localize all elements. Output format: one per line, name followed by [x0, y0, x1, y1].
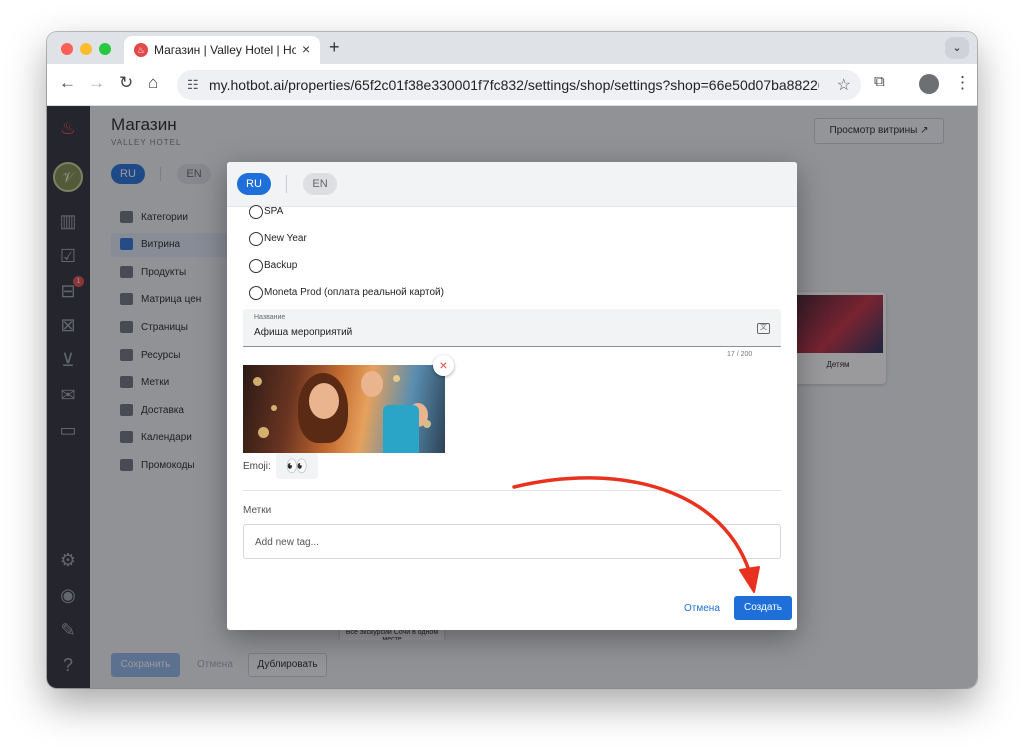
- annotation-arrow-head: [739, 566, 760, 593]
- annotation-arrow-path: [512, 476, 754, 582]
- browser-window: ♨ Магазин | Valley Hotel | Hotbot × + ⌄ …: [47, 32, 977, 688]
- annotation-arrow: [512, 476, 760, 593]
